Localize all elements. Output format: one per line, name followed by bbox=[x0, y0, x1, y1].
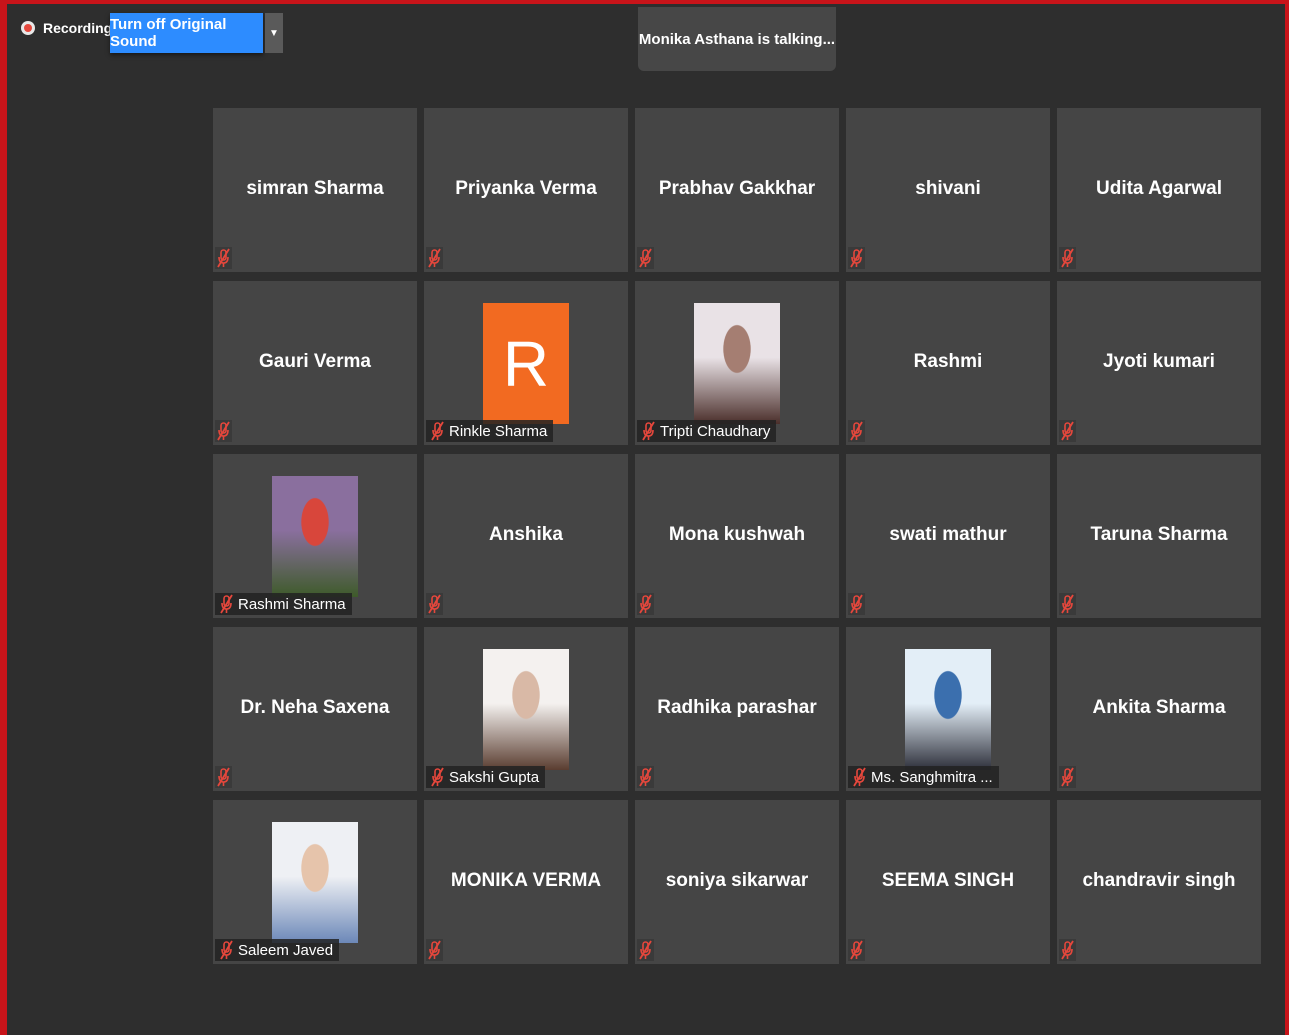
participant-name: shivani bbox=[915, 178, 981, 199]
muted-mic-icon bbox=[215, 420, 232, 442]
participant-tile[interactable]: R Rinkle Sharma bbox=[424, 281, 628, 445]
avatar-photo bbox=[272, 476, 358, 597]
muted-mic-icon bbox=[1059, 939, 1076, 961]
muted-mic-icon bbox=[1059, 766, 1076, 788]
participant-name: Priyanka Verma bbox=[455, 178, 597, 199]
muted-mic-icon bbox=[1059, 420, 1076, 442]
participant-tile[interactable]: chandravir singh bbox=[1057, 800, 1261, 964]
turn-off-original-sound-button[interactable]: Turn off Original Sound bbox=[110, 13, 263, 53]
participant-name-label: Tripti Chaudhary bbox=[637, 420, 777, 442]
muted-mic-icon bbox=[848, 593, 865, 615]
muted-mic-icon bbox=[637, 939, 654, 961]
participant-tile[interactable]: Dr. Neha Saxena bbox=[213, 627, 417, 791]
participant-name: Rashmi Sharma bbox=[238, 595, 346, 613]
muted-mic-icon bbox=[426, 593, 443, 615]
muted-mic-icon bbox=[637, 766, 654, 788]
participant-name-label: Rashmi Sharma bbox=[215, 593, 352, 615]
participant-name-label: Saleem Javed bbox=[215, 939, 340, 961]
participant-tile[interactable]: Sakshi Gupta bbox=[424, 627, 628, 791]
muted-mic-icon bbox=[215, 247, 232, 269]
muted-mic-icon bbox=[426, 247, 443, 269]
muted-mic-icon bbox=[218, 593, 235, 615]
participant-tile[interactable]: Rashmi bbox=[846, 281, 1050, 445]
participant-name: SEEMA SINGH bbox=[881, 870, 1015, 891]
participant-name: Tripti Chaudhary bbox=[660, 422, 771, 440]
participant-tile[interactable]: Taruna Sharma bbox=[1057, 454, 1261, 618]
recording-dot-icon bbox=[21, 21, 35, 35]
participant-name: soniya sikarwar bbox=[665, 870, 809, 891]
participant-tile[interactable]: MONIKA VERMA bbox=[424, 800, 628, 964]
muted-mic-icon bbox=[848, 420, 865, 442]
avatar-photo bbox=[694, 303, 780, 424]
participant-tile[interactable]: Udita Agarwal bbox=[1057, 108, 1261, 272]
muted-mic-icon bbox=[848, 939, 865, 961]
participant-name: Saleem Javed bbox=[238, 941, 334, 959]
avatar-initial: R bbox=[483, 303, 569, 424]
muted-mic-icon bbox=[1059, 593, 1076, 615]
participant-name: MONIKA VERMA bbox=[450, 870, 602, 891]
participant-name: Ms. Sanghmitra ... bbox=[871, 768, 993, 786]
muted-mic-icon bbox=[637, 593, 654, 615]
participant-tile[interactable]: Priyanka Verma bbox=[424, 108, 628, 272]
participant-name: Jyoti kumari bbox=[1103, 351, 1215, 372]
muted-mic-icon bbox=[429, 766, 446, 788]
recording-label: Recording bbox=[43, 20, 113, 36]
participant-tile[interactable]: Jyoti kumari bbox=[1057, 281, 1261, 445]
muted-mic-icon bbox=[851, 766, 868, 788]
participant-name: Taruna Sharma bbox=[1090, 524, 1228, 545]
participant-tile[interactable]: simran Sharma bbox=[213, 108, 417, 272]
participant-name: Sakshi Gupta bbox=[449, 768, 540, 786]
muted-mic-icon bbox=[429, 420, 446, 442]
participant-name: Prabhav Gakkhar bbox=[658, 178, 816, 199]
talking-indicator: Monika Asthana is talking... bbox=[638, 7, 836, 71]
participant-name: Anshika bbox=[489, 524, 563, 545]
participant-tile[interactable]: Mona kushwah bbox=[635, 454, 839, 618]
participant-name: swati mathur bbox=[889, 524, 1007, 545]
chevron-down-icon: ▼ bbox=[269, 27, 279, 39]
participant-name: simran Sharma bbox=[246, 178, 384, 199]
avatar-photo bbox=[272, 822, 358, 943]
participant-name-label: Rinkle Sharma bbox=[426, 420, 554, 442]
participant-tile[interactable]: swati mathur bbox=[846, 454, 1050, 618]
muted-mic-icon bbox=[637, 247, 654, 269]
participant-tile[interactable]: Anshika bbox=[424, 454, 628, 618]
muted-mic-icon bbox=[426, 939, 443, 961]
avatar-photo bbox=[483, 649, 569, 770]
participant-name: chandravir singh bbox=[1082, 870, 1236, 891]
participant-name: Rinkle Sharma bbox=[449, 422, 548, 440]
participant-tile[interactable]: Ankita Sharma bbox=[1057, 627, 1261, 791]
participant-tile[interactable]: Prabhav Gakkhar bbox=[635, 108, 839, 272]
participant-name: Rashmi bbox=[913, 351, 983, 372]
muted-mic-icon bbox=[640, 420, 657, 442]
participant-name: Mona kushwah bbox=[668, 524, 806, 545]
participant-name-label: Sakshi Gupta bbox=[426, 766, 546, 788]
participant-name: Gauri Verma bbox=[259, 351, 371, 372]
recording-indicator[interactable]: Recording bbox=[21, 20, 112, 36]
participant-name: Dr. Neha Saxena bbox=[240, 697, 390, 718]
participant-tile[interactable]: soniya sikarwar bbox=[635, 800, 839, 964]
participant-name-label: Ms. Sanghmitra ... bbox=[848, 766, 999, 788]
participant-tile[interactable]: shivani bbox=[846, 108, 1050, 272]
muted-mic-icon bbox=[848, 247, 865, 269]
meeting-window: Recording Turn off Original Sound ▼ Moni… bbox=[0, 0, 1289, 1035]
participant-tile[interactable]: Ms. Sanghmitra ... bbox=[846, 627, 1050, 791]
participant-name: Radhika parashar bbox=[657, 697, 817, 718]
original-sound-dropdown[interactable]: ▼ bbox=[265, 13, 283, 53]
muted-mic-icon bbox=[215, 766, 232, 788]
muted-mic-icon bbox=[1059, 247, 1076, 269]
participant-tile[interactable]: SEEMA SINGH bbox=[846, 800, 1050, 964]
participant-tile[interactable]: Rashmi Sharma bbox=[213, 454, 417, 618]
participant-tile[interactable]: Tripti Chaudhary bbox=[635, 281, 839, 445]
participant-tile[interactable]: Radhika parashar bbox=[635, 627, 839, 791]
participant-name: Ankita Sharma bbox=[1092, 697, 1226, 718]
muted-mic-icon bbox=[218, 939, 235, 961]
avatar-photo bbox=[905, 649, 991, 770]
participant-name: Udita Agarwal bbox=[1096, 178, 1222, 199]
participant-tile[interactable]: Gauri Verma bbox=[213, 281, 417, 445]
participant-tile[interactable]: Saleem Javed bbox=[213, 800, 417, 964]
